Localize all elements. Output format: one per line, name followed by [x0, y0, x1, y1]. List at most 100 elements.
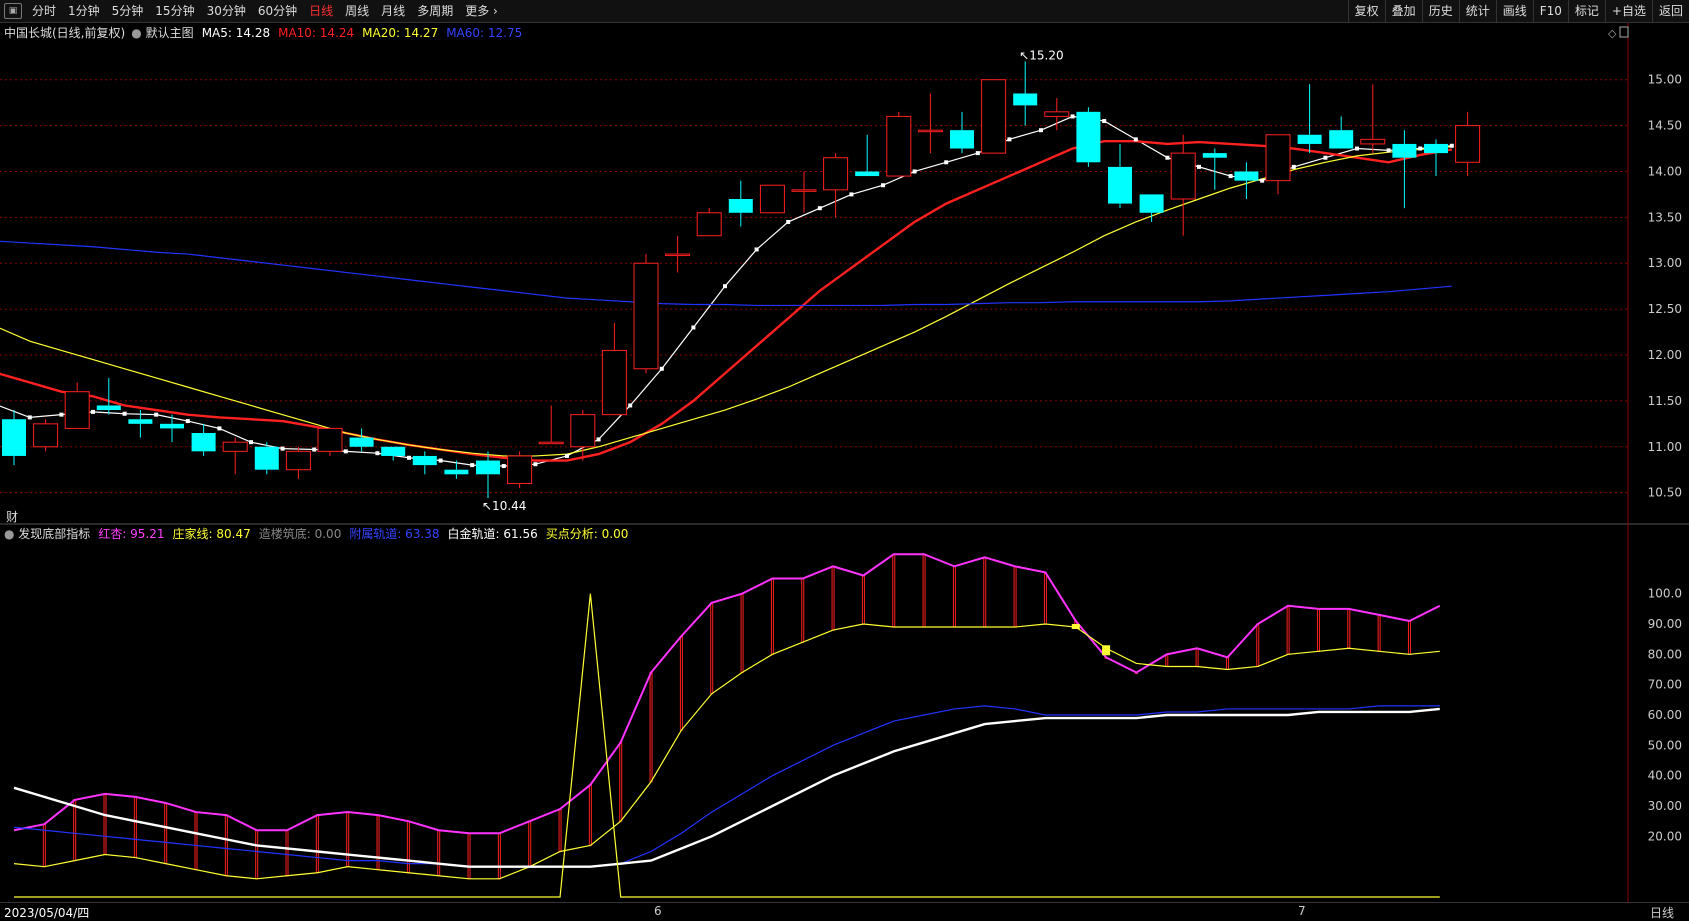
- ma5-dot: [217, 426, 222, 431]
- period-tab-5[interactable]: 60分钟: [252, 0, 303, 22]
- indicator-red-bar: [1165, 653, 1169, 667]
- toolbar-button-3[interactable]: 统计: [1458, 0, 1496, 22]
- candle-body-down: [855, 171, 880, 177]
- low-price-annotation: ↖10.44: [482, 499, 526, 513]
- ma5-dot: [312, 447, 317, 452]
- candle-body-up: [759, 184, 785, 214]
- toolbar-button-7[interactable]: +自选: [1604, 0, 1652, 22]
- toolbar-button-1[interactable]: 叠加: [1384, 0, 1422, 22]
- candle-body-up: [33, 423, 59, 448]
- legend-ma-1: MA10: 14.24: [278, 26, 354, 40]
- candlestick-chart[interactable]: 15.00 14.50 14.00 13.50 13.00 12.50 12.00 11.50…: [0, 23, 1689, 525]
- indicator-red-bar: [1043, 571, 1047, 625]
- ma-line-MA5: [0, 115, 1452, 467]
- indicator-red-bar: [528, 820, 532, 868]
- indicator-red-bar: [315, 814, 319, 874]
- candle-body-up: [886, 115, 912, 177]
- period-tab-3[interactable]: 15分钟: [149, 0, 200, 22]
- indicator-tick-label: 80.00: [1648, 647, 1682, 661]
- indicator-tick-label: 40.00: [1648, 769, 1682, 783]
- ma5-dot: [1291, 164, 1296, 169]
- candle-body-down: [1329, 130, 1354, 149]
- candle-body-down: [1013, 93, 1038, 106]
- period-tab-1[interactable]: 1分钟: [62, 0, 106, 22]
- indicator-red-bar: [1195, 647, 1199, 667]
- ma5-dot: [59, 412, 64, 417]
- indicator-red-bar: [1347, 608, 1351, 649]
- toolbar-button-8[interactable]: 返回: [1651, 0, 1689, 22]
- ma5-dot: [1007, 137, 1012, 142]
- candle-body-down: [254, 446, 279, 470]
- toolbar-button-5[interactable]: F10: [1532, 0, 1568, 22]
- bottom-indicator-chart[interactable]: 100.0 90.00 80.00 70.00 60.00 50.00 40.00 30.00…: [0, 525, 1689, 902]
- indicator-red-bar: [133, 796, 137, 859]
- candle-body-up: [317, 427, 343, 452]
- candle-body-up: [285, 450, 311, 471]
- panel-toggle-icon[interactable]: ▣: [4, 3, 22, 19]
- indicator-legend-item-0: 红杏: 95.21: [98, 526, 164, 541]
- toolbar-button-6[interactable]: 标记: [1567, 0, 1605, 22]
- candle-body-down: [2, 419, 26, 456]
- indicator-red-bar: [376, 814, 380, 871]
- ma5-dot: [1102, 119, 1107, 123]
- ma5-dot: [1418, 146, 1423, 151]
- ma-line-MA60: [0, 240, 1452, 307]
- indicator-red-bar: [1377, 614, 1381, 652]
- indicator-red-bar: [679, 635, 683, 731]
- indicator-red-bar: [1407, 620, 1411, 655]
- indicator-yellow-marker: [1102, 645, 1111, 656]
- period-tab-2[interactable]: 5分钟: [106, 0, 150, 22]
- indicator-red-bar: [497, 832, 501, 880]
- ma5-dot: [881, 183, 885, 188]
- indicator-tick-label: 100.0: [1648, 587, 1682, 601]
- indicator-red-bar: [1286, 605, 1290, 655]
- price-tick-label: 14.00: [1648, 164, 1682, 178]
- ma5-dot: [343, 449, 348, 454]
- period-tab-4[interactable]: 30分钟: [201, 0, 252, 22]
- period-tab-8[interactable]: 月线: [375, 0, 411, 22]
- finance-label: 财: [6, 510, 18, 524]
- candle-body-down: [1202, 153, 1227, 158]
- indicator-legend-item-4: 白金轨道: 61.56: [448, 526, 538, 541]
- indicator-red-bar: [801, 578, 805, 643]
- candle-body-up: [1170, 152, 1196, 200]
- indicator-red-bar: [194, 811, 198, 871]
- indicator-line-4: [14, 593, 1440, 898]
- indicator-red-bar: [770, 578, 774, 655]
- price-tick-label: 13.50: [1648, 210, 1682, 224]
- indicator-red-bar: [710, 602, 714, 695]
- ma5-dot: [249, 440, 253, 445]
- period-label[interactable]: 日线: [1650, 904, 1674, 921]
- period-tab-7[interactable]: 周线: [339, 0, 375, 22]
- period-tab-10[interactable]: 更多 ›: [459, 0, 504, 22]
- candle-body-up: [665, 253, 691, 257]
- candle-body-down: [160, 423, 184, 429]
- candle-body-down: [950, 130, 974, 149]
- toolbar-button-2[interactable]: 历史: [1421, 0, 1459, 22]
- candle-body-up: [791, 189, 817, 192]
- candle-body-down: [349, 437, 374, 447]
- period-tab-0[interactable]: 分时: [26, 0, 62, 22]
- indicator-red-bar: [103, 793, 107, 856]
- price-tick-label: 12.00: [1648, 348, 1682, 362]
- high-price-annotation: ↖15.20: [1019, 48, 1063, 62]
- indicator-red-bar: [164, 802, 168, 865]
- ma5-dot: [1228, 174, 1233, 179]
- ma5-dot: [1323, 155, 1328, 160]
- toolbar-button-4[interactable]: 画线: [1495, 0, 1533, 22]
- period-tab-6[interactable]: 日线: [303, 0, 339, 22]
- indicator-red-bar: [1013, 565, 1017, 628]
- month-label-6: 6: [654, 904, 662, 918]
- main-legend: 中国长城(日线,前复权) ● 默认主图 MA5: 14.28 MA10: 14.24 MA…: [4, 25, 522, 40]
- candle-body-down: [1108, 166, 1132, 204]
- ma5-dot: [375, 451, 380, 456]
- candle-body-up: [222, 441, 248, 452]
- ma5-dot: [628, 403, 633, 408]
- ma5-dot: [723, 284, 727, 289]
- toolbar-button-0[interactable]: 复权: [1347, 0, 1385, 22]
- legend-ma-2: MA20: 14.27: [362, 26, 438, 40]
- candle-body-down: [1076, 111, 1101, 163]
- ma5-dot: [122, 411, 127, 416]
- period-tab-9[interactable]: 多周期: [411, 0, 459, 22]
- ma5-dot: [691, 325, 696, 330]
